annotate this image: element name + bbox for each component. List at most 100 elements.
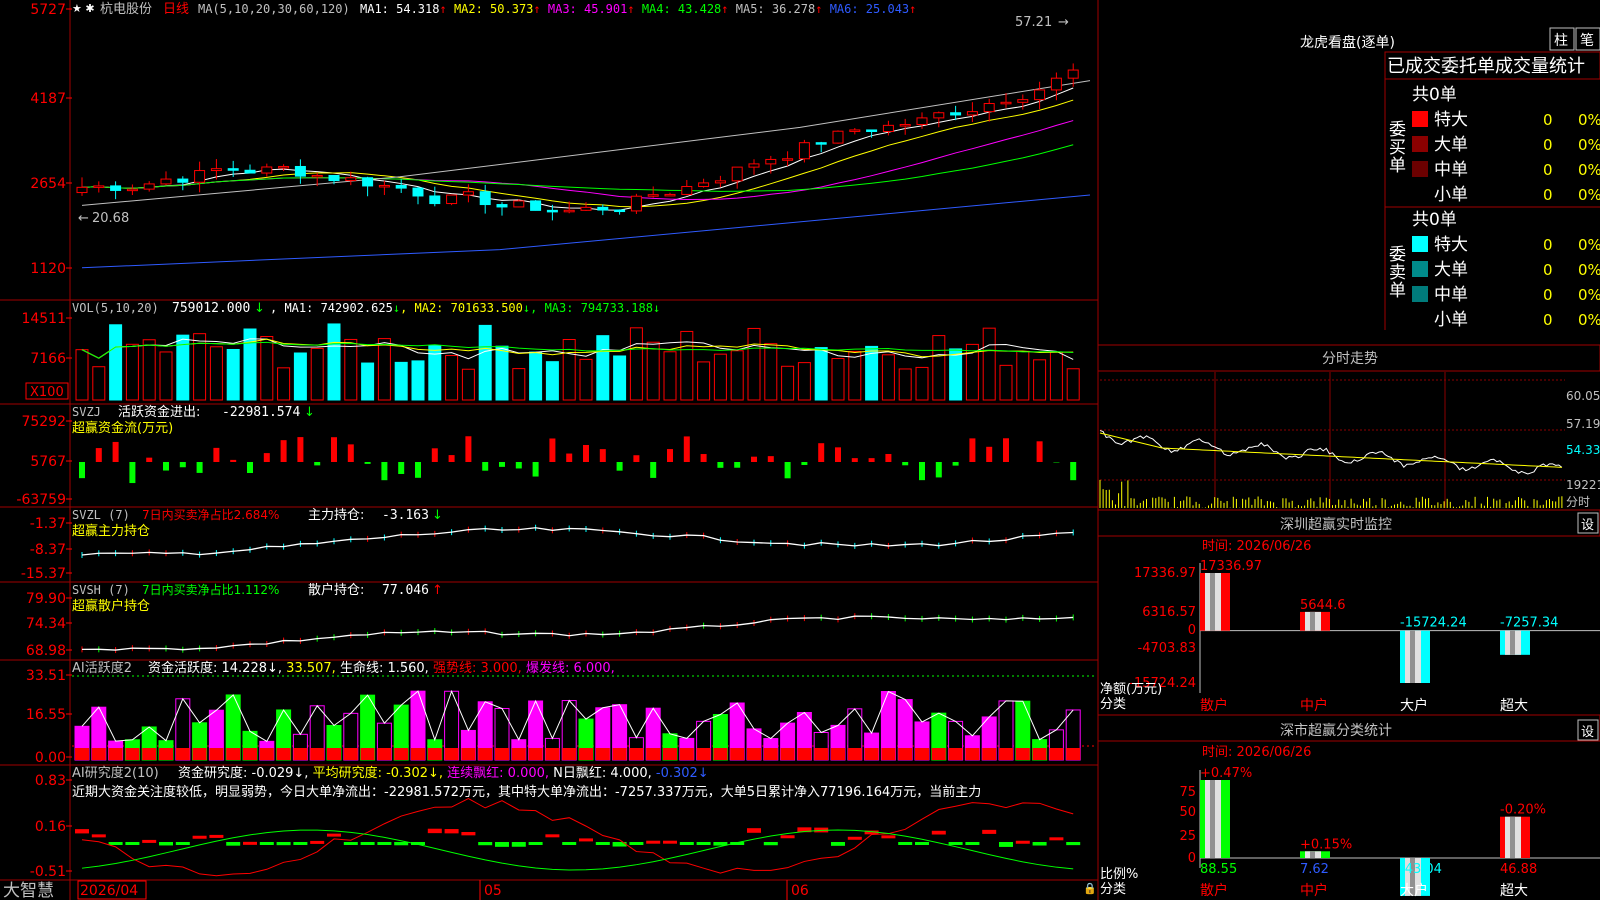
candle-body [530,200,542,211]
svsh-name: 散户持仓: [308,582,364,598]
svzj-bar [919,462,925,481]
svzj-bar [532,462,539,477]
candle-body [1017,99,1029,103]
candle-body [597,206,609,211]
candle-body [244,169,256,174]
buy-name-1: 大单 [1434,135,1468,155]
svzj-bar [583,444,589,462]
ai-research-bar [394,842,409,846]
buy-pct-2: 0% [1578,161,1600,179]
ma-arrow-2: ↑ [627,2,641,16]
intraday-price-line [1099,430,1563,475]
ai-research-bar [293,842,308,845]
ai-research-bar [847,836,862,840]
candle-body [294,165,306,177]
candle-body [815,142,827,145]
intraday-y-tick-2: 54.33 [1566,443,1600,457]
candle-body [160,178,172,185]
ma-arrow-5: ↑ [909,2,916,16]
ma-value-0: MA1: 54.318 [360,2,439,16]
ai-research-label: AI研究度2(10) [72,765,159,781]
ai-active-base [125,748,140,760]
buy-label-char: 委 [1389,120,1406,140]
volume-bar [226,348,240,401]
sell-count-3: 0 [1543,311,1553,329]
candle-body [731,166,743,182]
ai-active-base [360,748,375,760]
volume-bar [327,323,341,401]
svzj-arrow: ↓ [304,405,315,420]
ai-research-y-tick-1: 0.16 [35,819,66,835]
volume-bar [848,350,862,401]
ai-research-y-tick-0: 0.83 [35,773,66,789]
svzj-bar [247,462,253,474]
sell-name-2: 中单 [1434,285,1468,305]
monitor-time: 时间: 2026/06/26 [1202,539,1311,554]
svsh-y-tick-2: 68.98 [26,643,66,659]
ai-research-bar [461,832,476,836]
candle-body [210,168,222,172]
buy-name-2: 中单 [1434,160,1468,180]
vol-ma-values: , MA1: 742902.625↓, MA2: 701633.500↓, MA… [270,301,660,315]
ai-active-label: AI活跃度2 [72,660,132,676]
svzj-value: -22981.574 [222,405,300,420]
vol-label: VOL(5,10,20) [72,301,159,315]
ai-research-bar [1049,837,1064,841]
sell-label-char: 委 [1389,245,1406,265]
ai-research-item-0: 资金研究度: -0.029↓, [178,765,313,781]
volume-chart [75,323,1080,401]
price-y-tick-2: 2654 [30,176,66,192]
candle-body [899,124,911,127]
stats-bottom-label-1: 7.62 [1300,862,1329,877]
ai-research-bar [915,842,929,845]
ai-research-bar [545,834,560,838]
volume-bar [613,355,627,401]
svzl-chart [81,524,1074,558]
ai-active-base [226,748,241,760]
svzj-bar [549,438,556,462]
svsh-arrow: ↑ [432,583,443,598]
svzj-bar [616,462,623,471]
ai-active-base [814,748,829,760]
candle-body [446,194,458,205]
stats-category-1: 中户 [1300,882,1328,899]
star-icon[interactable]: ★ ✱ [72,2,95,15]
candle-body [462,191,474,196]
ma-values: MA1: 54.318↑ MA2: 50.373↑ MA3: 45.901↑ M… [360,2,916,16]
monitor-settings-label: 设 [1581,518,1594,533]
ai-research-bar [108,842,123,845]
svzj-bar [263,453,270,462]
ai-active-base [579,748,593,760]
volume-bar [646,341,660,401]
svzj-bar [213,447,220,462]
monitor-y-tick-0: 17336.97 [1134,566,1196,581]
brand: 大智慧 [3,881,54,900]
sell-label-char: 单 [1389,281,1406,301]
svzj-bar [381,462,388,481]
svzj-bar [297,437,304,462]
ai-research-bar [881,835,896,839]
buy-name-0: 特大 [1434,110,1468,130]
ma-arrow-4: ↑ [815,2,829,16]
ai-active-base [1066,748,1081,760]
ai-active-base [797,748,812,760]
sell-count-0: 0 [1543,236,1553,254]
ai-active-base [763,748,778,760]
ai-active-y-tick-2: 0.00 [35,750,66,766]
ai-research-bar [663,840,677,844]
volume-bar [142,339,156,401]
ai-research-bar [528,842,543,845]
period-label[interactable]: 日线 [163,2,189,17]
candle-body [546,209,558,213]
ai-research-bar [629,842,644,845]
svzj-y-tick-0: 75292 [21,414,66,430]
buy-name-3: 小单 [1434,185,1468,205]
lock-icon[interactable]: 🔒 [1083,882,1097,895]
ai-active-base [411,748,425,760]
ai-research-bar [763,842,778,846]
monitor-xlabel: 分类 [1100,697,1126,712]
vol-ma-arrow-0: ↓ [393,301,400,315]
ai-research-bar [377,842,392,845]
candle-body [143,183,155,190]
candle-body [479,191,491,206]
